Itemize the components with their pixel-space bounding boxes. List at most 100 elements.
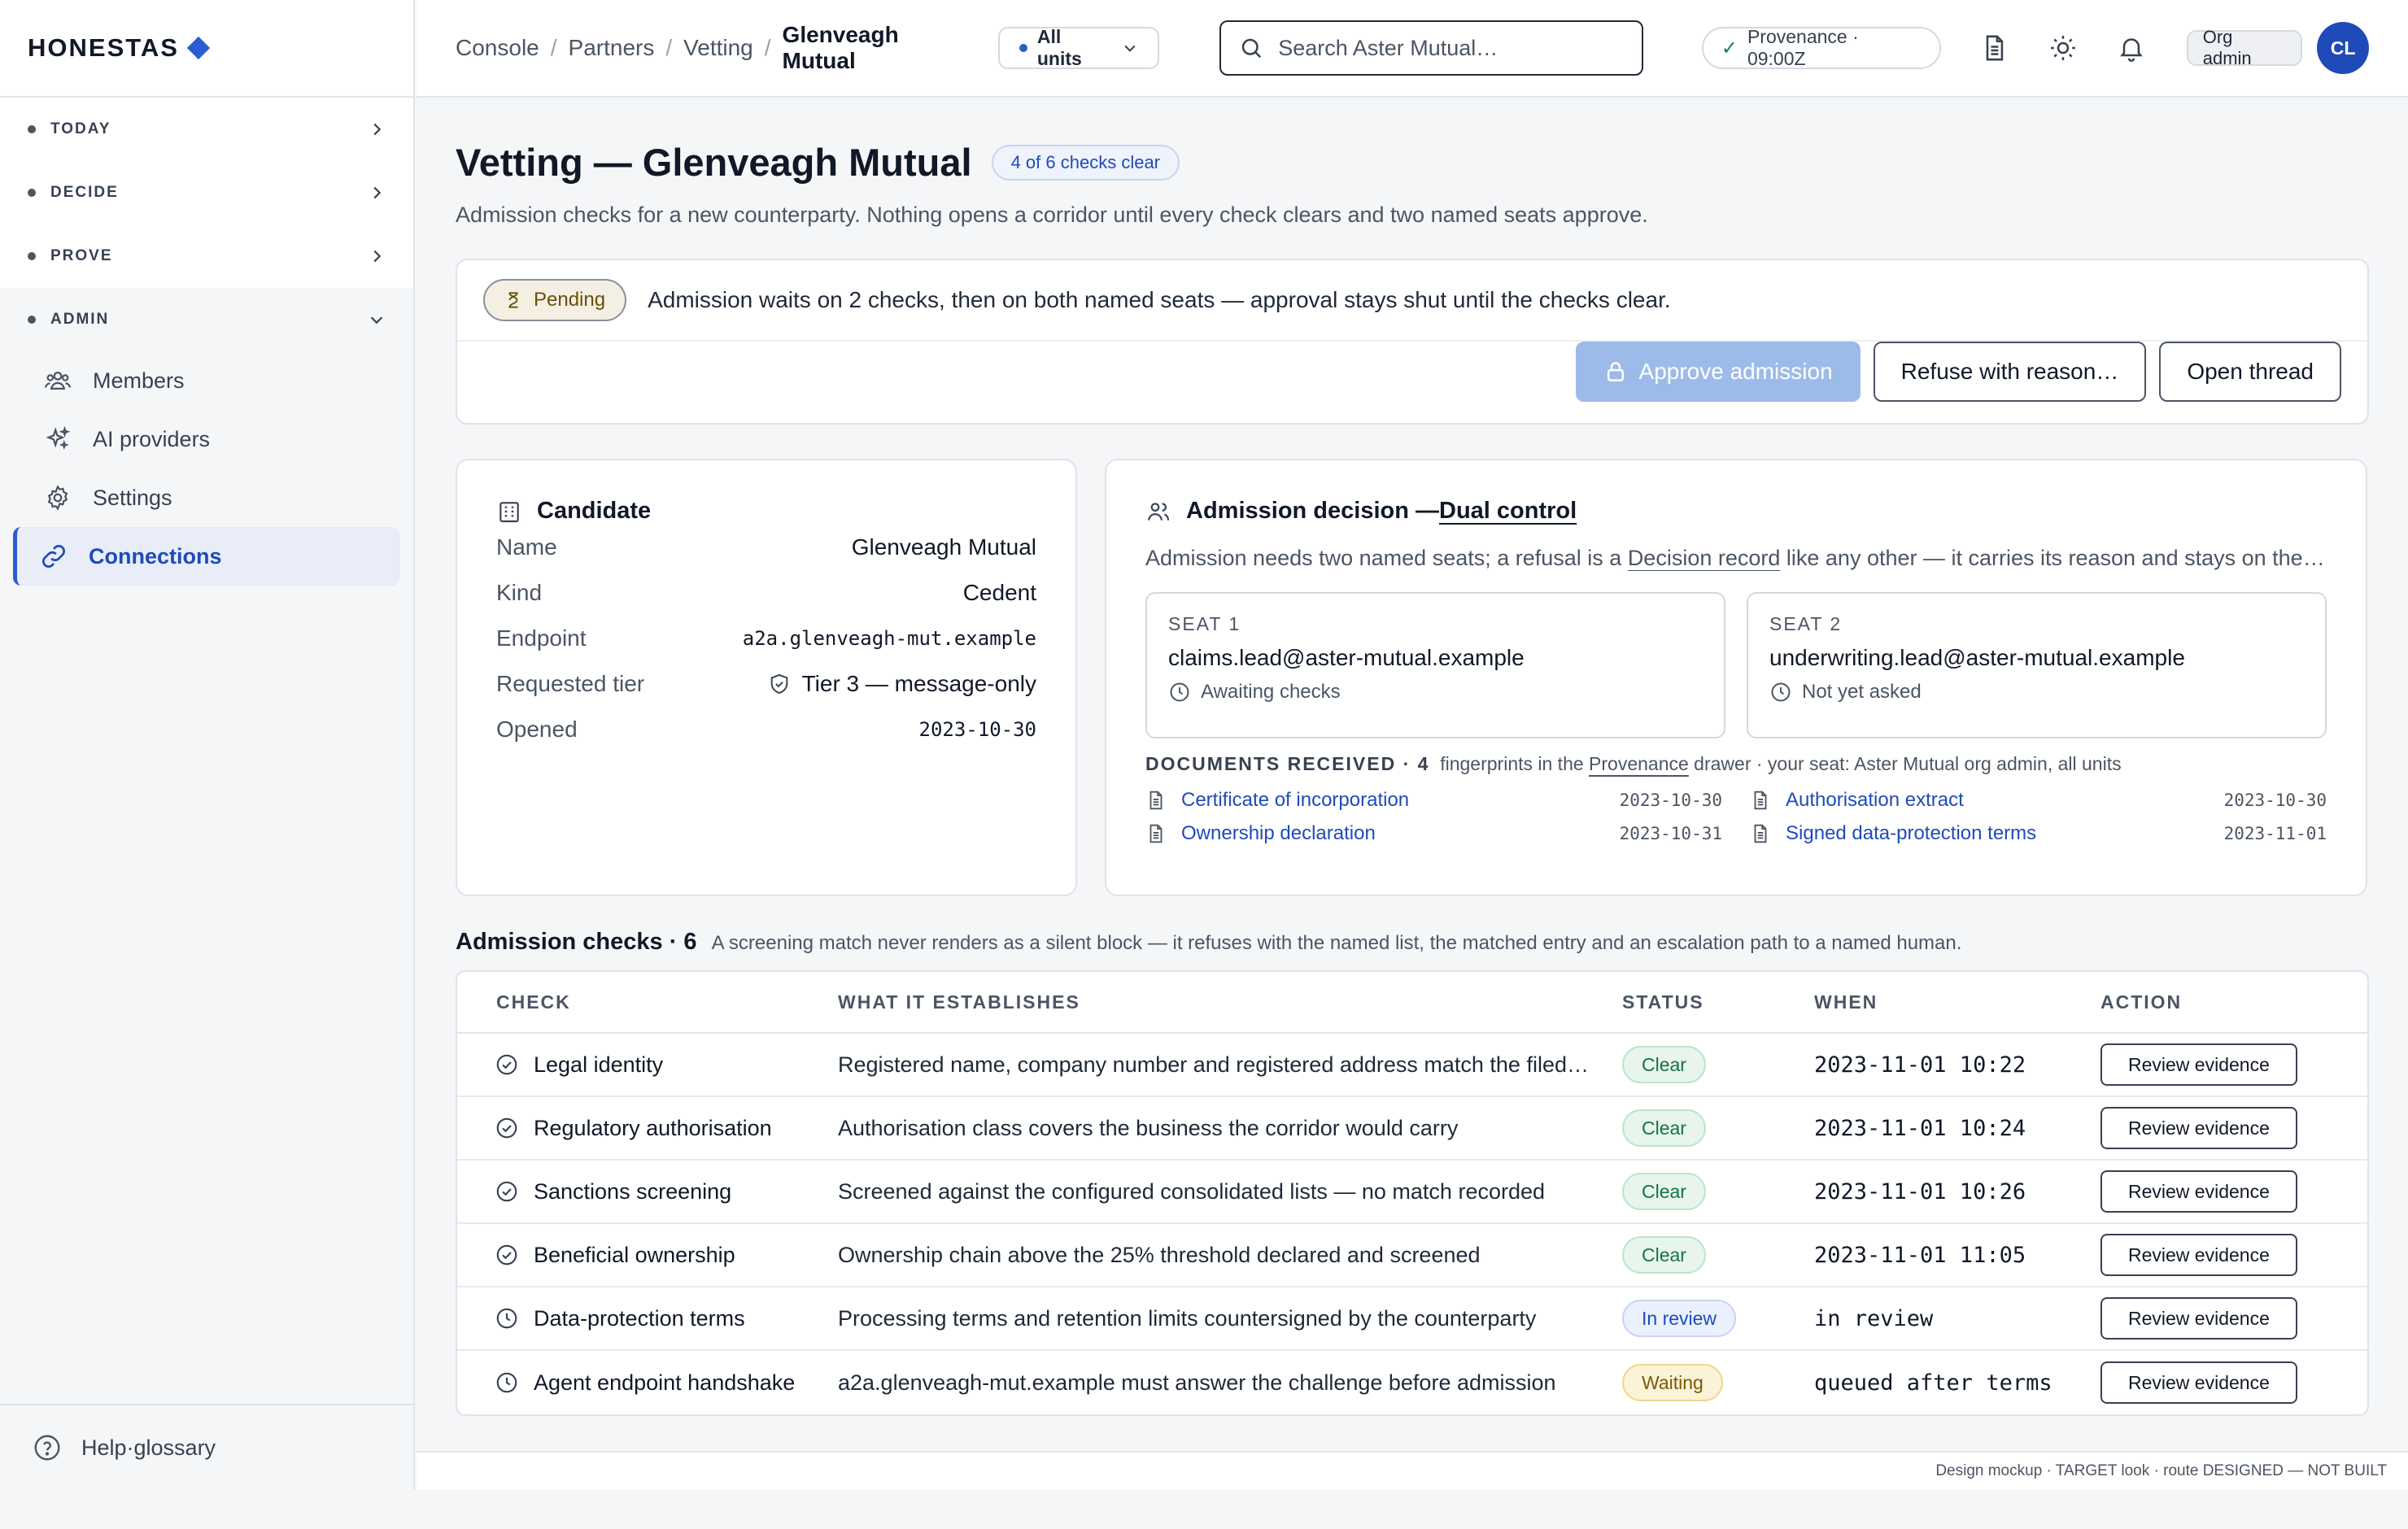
- open-thread-label: Open thread: [2187, 359, 2314, 384]
- sidebar-item-settings[interactable]: Settings: [13, 468, 400, 527]
- seat-status: Awaiting checks: [1168, 681, 1703, 704]
- help-glossary-link[interactable]: Help·glossary: [0, 1404, 413, 1490]
- search-placeholder: Search Aster Mutual…: [1278, 35, 1498, 60]
- status-cell: Clear: [1622, 1046, 1814, 1083]
- breadcrumb-current: Glenveagh Mutual: [782, 22, 899, 73]
- document-item[interactable]: Ownership declaration 2023-10-31: [1145, 817, 1722, 850]
- check-circle-icon: [496, 1244, 517, 1265]
- sparkle-icon: [46, 425, 71, 451]
- avatar-initials: CL: [2330, 37, 2356, 59]
- banner-message-row: Pending Admission waits on 2 checks, the…: [457, 260, 2367, 342]
- check-name: Beneficial ownership: [534, 1242, 735, 1267]
- candidate-card: Candidate Name Glenveagh Mutual Kind Ced…: [456, 459, 1077, 896]
- seats-row: SEAT 1 claims.lead@aster-mutual.example …: [1145, 592, 2327, 738]
- open-thread-button[interactable]: Open thread: [2159, 342, 2341, 402]
- check-establishes: Ownership chain above the 25% threshold …: [838, 1242, 1481, 1267]
- group-dot-icon: [28, 316, 36, 324]
- dual-control-link[interactable]: Dual control: [1439, 498, 1577, 525]
- provenance-chip[interactable]: ✓ Provenance · 09:00Z: [1701, 26, 1942, 69]
- lock-icon: [1607, 362, 1624, 381]
- review-evidence-button[interactable]: Review evidence: [2100, 1043, 2297, 1086]
- seat-1-card[interactable]: SEAT 1 claims.lead@aster-mutual.example …: [1145, 592, 1725, 738]
- breadcrumb-vetting[interactable]: Vetting: [683, 35, 753, 61]
- checks-title: Admission checks · 6: [456, 929, 697, 955]
- candidate-row-kind: Kind Cedent: [496, 570, 1036, 616]
- candidate-key: Name: [496, 534, 557, 560]
- action-cell: Review evidence: [2100, 1170, 2367, 1213]
- candidate-value: 2023-10-30: [918, 718, 1037, 741]
- seat-status-text: Not yet asked: [1802, 681, 1922, 703]
- unit-select[interactable]: All units: [997, 26, 1160, 69]
- approve-admission-button[interactable]: Approve admission: [1575, 342, 1861, 402]
- review-evidence-button[interactable]: Review evidence: [2100, 1107, 2297, 1149]
- footer-note: Design mockup · TARGET look · route DESI…: [417, 1451, 2408, 1490]
- sun-icon[interactable]: [2048, 33, 2078, 63]
- column-header-status: STATUS: [1622, 991, 1704, 1013]
- action-cell: Review evidence: [2100, 1107, 2367, 1149]
- bell-icon[interactable]: [2117, 33, 2146, 63]
- check-when: 2023-11-01 11:05: [1814, 1242, 2026, 1268]
- group-label: DECIDE: [50, 184, 119, 201]
- avatar[interactable]: CL: [2317, 22, 2369, 74]
- review-evidence-button[interactable]: Review evidence: [2100, 1234, 2297, 1276]
- decision-record-link[interactable]: Decision record: [1628, 546, 1781, 570]
- table-row: Agent endpoint handshake a2a.glenveagh-m…: [457, 1351, 2367, 1414]
- table-row: Sanctions screening Screened against the…: [457, 1161, 2367, 1224]
- document-item[interactable]: Signed data-protection terms 2023-11-01: [1750, 817, 2327, 850]
- shield-icon: [770, 673, 787, 695]
- check-when: 2023-11-01 10:22: [1814, 1052, 2026, 1078]
- brand[interactable]: HONESTAS: [0, 0, 413, 98]
- sidebar-group-today[interactable]: TODAY: [0, 98, 413, 161]
- check-mark-icon: ✓: [1721, 37, 1738, 59]
- document-date: 2023-11-01: [2223, 823, 2327, 843]
- provenance-link[interactable]: Provenance: [1589, 753, 1689, 774]
- check-establishes: Processing terms and retention limits co…: [838, 1305, 1537, 1331]
- candidate-key: Kind: [496, 580, 543, 605]
- table-row: Regulatory authorisation Authorisation c…: [457, 1097, 2367, 1161]
- group-dot-icon: [28, 252, 36, 260]
- action-cell: Review evidence: [2100, 1297, 2367, 1340]
- breadcrumb-console[interactable]: Console: [456, 35, 539, 61]
- breadcrumb-partners[interactable]: Partners: [569, 35, 655, 61]
- sidebar-group-admin[interactable]: ADMIN: [0, 288, 413, 351]
- role-badge[interactable]: Org admin: [2186, 27, 2303, 68]
- check-name-cell: Agent endpoint handshake: [457, 1370, 838, 1396]
- table-row: Legal identity Registered name, company …: [457, 1034, 2367, 1097]
- sidebar-group-prove[interactable]: PROVE: [0, 224, 413, 288]
- search-input[interactable]: Search Aster Mutual…: [1219, 20, 1643, 76]
- document-item[interactable]: Authorisation extract 2023-10-30: [1750, 783, 2327, 817]
- sidebar-item-members[interactable]: Members: [13, 351, 400, 410]
- refuse-with-reason-button[interactable]: Refuse with reason…: [1873, 342, 2147, 402]
- review-evidence-button[interactable]: Review evidence: [2100, 1297, 2297, 1340]
- sidebar-group-decide[interactable]: DECIDE: [0, 161, 413, 224]
- page-title: Vetting — Glenveagh Mutual: [456, 141, 972, 184]
- status-cell: Clear: [1622, 1236, 1814, 1274]
- document-icon: [1149, 824, 1163, 843]
- check-when: in review: [1814, 1305, 1934, 1331]
- review-evidence-button[interactable]: Review evidence: [2100, 1361, 2297, 1404]
- sidebar-item-ai-providers[interactable]: AI providers: [13, 410, 400, 468]
- building-icon: [499, 501, 519, 522]
- seat-status-text: Awaiting checks: [1201, 681, 1341, 703]
- check-name: Data-protection terms: [534, 1305, 745, 1331]
- document-item[interactable]: Certificate of incorporation 2023-10-30: [1145, 783, 1722, 817]
- document-date: 2023-10-31: [1619, 823, 1722, 843]
- sidebar-item-connections[interactable]: Connections: [13, 527, 400, 586]
- candidate-row-tier: Requested tier Tier 3 — message-only: [496, 661, 1036, 707]
- breadcrumb-separator: /: [764, 35, 771, 60]
- review-evidence-button[interactable]: Review evidence: [2100, 1170, 2297, 1213]
- document-icon[interactable]: [1980, 33, 2009, 63]
- people-icon: [1147, 502, 1170, 521]
- help-circle-icon: [34, 1435, 60, 1461]
- status-badge: Clear: [1622, 1046, 1706, 1083]
- footer-note-text: Design mockup · TARGET look · route DESI…: [1935, 1462, 2387, 1479]
- breadcrumb: Console / Partners / Vetting / Glenveagh…: [456, 22, 977, 74]
- table-row: Beneficial ownership Ownership chain abo…: [457, 1224, 2367, 1287]
- chevron-down-icon: [370, 316, 383, 325]
- unit-dot-icon: [1019, 44, 1027, 52]
- seat-2-card[interactable]: SEAT 2 underwriting.lead@aster-mutual.ex…: [1747, 592, 2327, 738]
- gear-icon: [47, 485, 68, 511]
- breadcrumb-separator: /: [550, 35, 557, 60]
- decision-desc-b: like any other — it carries its reason a…: [1780, 546, 2327, 570]
- sidebar-item-label: Settings: [93, 485, 172, 510]
